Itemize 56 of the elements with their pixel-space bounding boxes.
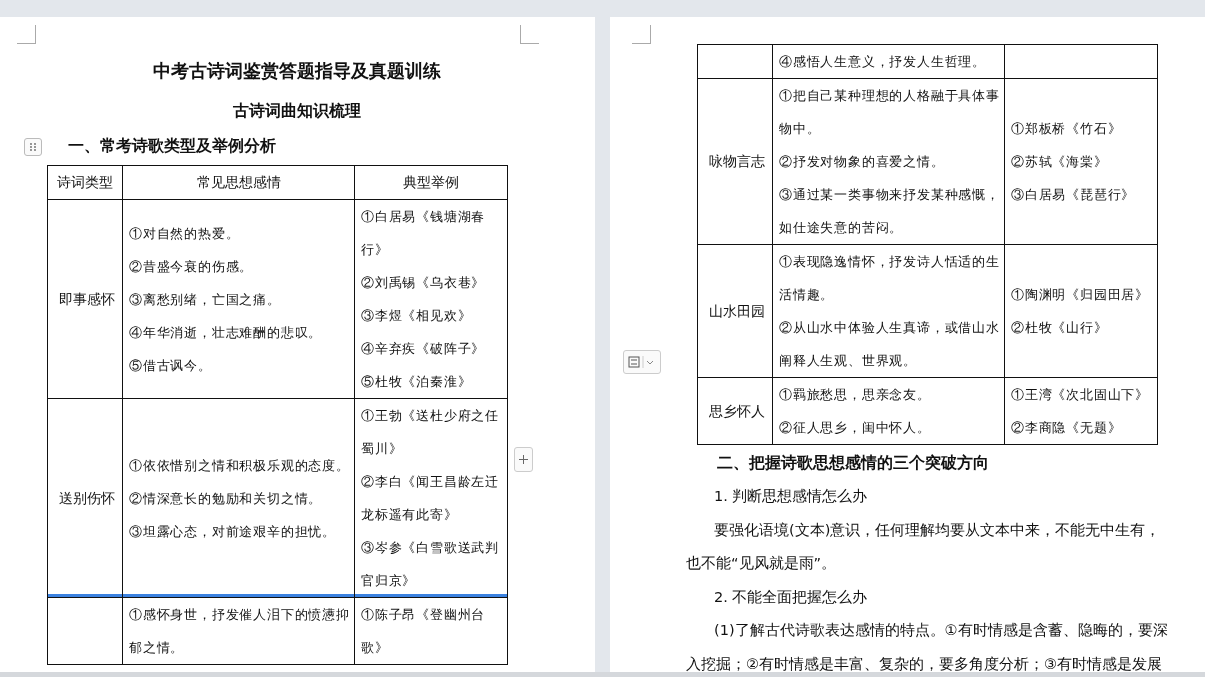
example-item: ①白居易《钱塘湖春行》 — [361, 208, 487, 259]
feeling-item: ②昔盛今衰的伤感。 — [129, 257, 255, 276]
feeling-item: ①表现隐逸情怀，抒发诗人恬适的生活情趣。 — [779, 253, 1001, 304]
section-heading: 二、把握诗歌思想感情的三个突破方向 — [717, 453, 990, 474]
example-item: ②苏轼《海棠》 — [1011, 153, 1109, 171]
document-title: 中考古诗词鉴赏答题指导及真题训练 — [152, 59, 442, 83]
example-item: ①王勃《送杜少府之任蜀川》 — [361, 407, 500, 458]
feeling-item: ②抒发对物象的喜爱之情。 — [779, 153, 946, 171]
paragraph-text: (1)了解古代诗歌表达感情的特点。①有时情感是含蓄、隐晦的，要深入挖掘；②有时情感是丰富、复杂的，要多角度分析；③有时情感是发展 — [686, 621, 1168, 672]
feeling-item: ①对自然的热爱。 — [129, 224, 241, 243]
category-text: 山水田园 — [708, 301, 766, 321]
example-item: ①王湾《次北固山下》 — [1011, 386, 1150, 404]
example-item: ①陶渊明《归园田居》 — [1011, 286, 1150, 304]
feeling-item: ②从山水中体验人生真谛，或借山水阐释人生观、世界观。 — [779, 319, 1001, 370]
feeling-item: ④感悟人生意义，抒发人生哲理。 — [779, 53, 987, 71]
example-item: ④辛弃疾《破阵子》 — [361, 340, 487, 358]
example-item: ②杜牧《山行》 — [1011, 319, 1109, 337]
layout-options-button[interactable] — [623, 350, 661, 374]
category-text: 送别伤怀 — [58, 488, 116, 508]
category-text: 咏物言志 — [708, 152, 766, 171]
example-item: ①陈子昂《登幽州台歌》 — [361, 606, 487, 657]
crop-mark — [632, 25, 651, 44]
crop-mark — [17, 25, 36, 44]
feeling-item: ①依依惜别之情和积极乐观的态度。 — [129, 456, 351, 475]
feeling-item: ⑤借古讽今。 — [129, 356, 213, 375]
feeling-item: ③离愁别绪，亡国之痛。 — [129, 290, 282, 309]
paragraph-text: 1. 判断思想感情怎么办 — [713, 487, 869, 506]
feeling-item: ②情深意长的勉励和关切之情。 — [129, 489, 324, 508]
feeling-item: ①感怀身世，抒发催人泪下的愤懑抑郁之情。 — [129, 606, 351, 657]
feeling-item: ③通过某一类事物来抒发某种感慨，如仕途失意的苦闷。 — [779, 186, 1001, 237]
feeling-item: ①把自己某种理想的人格融于具体事物中。 — [779, 87, 1001, 138]
example-item: ②李白《闻王昌龄左迁龙标遥有此寄》 — [361, 473, 500, 524]
crop-mark — [520, 25, 539, 44]
example-item: ②刘禹锡《乌衣巷》 — [361, 274, 487, 292]
add-row-button[interactable] — [514, 447, 533, 472]
document-subtitle: 古诗词曲知识梳理 — [232, 101, 362, 122]
category-text: 思乡怀人 — [708, 401, 766, 421]
drag-handle-icon[interactable] — [24, 137, 42, 156]
feeling-item: ③坦露心态，对前途艰辛的担忧。 — [129, 522, 337, 541]
example-item: ②李商隐《无题》 — [1011, 419, 1123, 437]
feeling-item: ④年华消逝，壮志难酬的悲叹。 — [129, 323, 324, 342]
column-header: 诗词类型 — [47, 165, 123, 200]
column-header: 常见思想感情 — [122, 165, 355, 200]
section-heading: 一、常考诗歌类型及举例分析 — [68, 136, 276, 157]
feeling-item: ②征人思乡，闺中怀人。 — [779, 419, 932, 437]
plus-icon — [518, 454, 529, 465]
paragraph-text: 2. 不能全面把握怎么办 — [713, 587, 869, 607]
example-item: ③白居易《琵琶行》 — [1011, 186, 1137, 204]
feeling-item: ①羁旅愁思，思亲念友。 — [779, 386, 932, 404]
paragraph-text: 要强化语境(文本)意识，任何理解均要从文本中来，不能无中生有，也不能“见风就是雨”。 — [686, 520, 1162, 573]
example-item: ③岑参《白雪歌送武判官归京》 — [361, 539, 500, 590]
example-item: ①郑板桥《竹石》 — [1011, 120, 1123, 138]
example-item: ③李煜《相见欢》 — [361, 307, 473, 325]
example-item: ⑤杜牧《泊秦淮》 — [361, 373, 473, 391]
category-text: 即事感怀 — [58, 289, 116, 309]
column-header: 典型举例 — [354, 165, 508, 200]
